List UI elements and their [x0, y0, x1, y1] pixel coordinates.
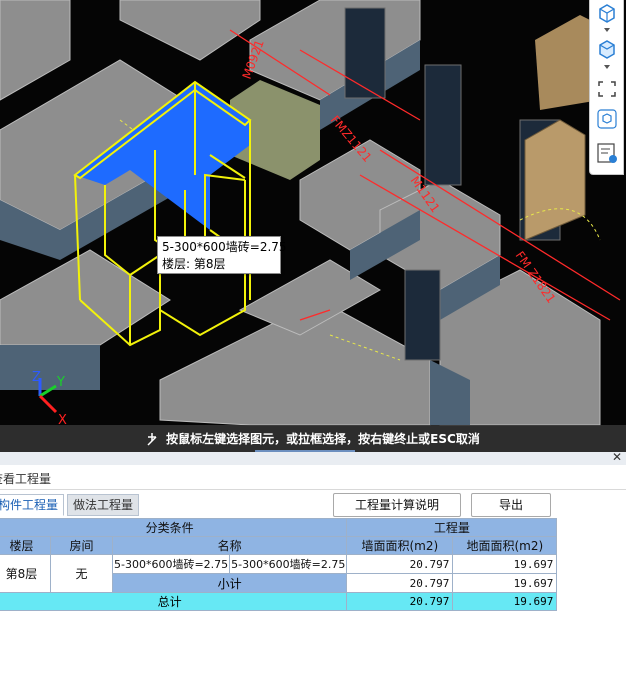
subtotal-label: 小计 [111, 573, 348, 593]
panel-splitter[interactable]: ✕ [0, 451, 626, 466]
cube-icon[interactable] [595, 2, 619, 24]
header-floor: 楼层 [0, 536, 51, 555]
quantity-table: 分类条件 工程量 楼层 房间 名称 墙面面积(m2) 地面面积(m2) 第8层 … [0, 518, 558, 611]
cell-floor-area[interactable]: 19.697 [452, 554, 558, 574]
building-scene[interactable]: M0921 FMZ1121 M1121 FM Z1821 [0, 0, 626, 452]
tooltip-floor: 楼层: 第8层 [162, 257, 226, 271]
total-floor-area[interactable]: 19.697 [452, 592, 558, 611]
list-settings-icon[interactable] [595, 142, 619, 164]
axis-gizmo: Z Y X [32, 370, 67, 426]
axis-z-label: Z [32, 370, 41, 385]
panel-title: 查看工程量 [0, 472, 52, 486]
chevron-down-icon[interactable] [595, 24, 619, 36]
chevron-down-icon[interactable] [595, 61, 619, 73]
axis-y-label: Y [56, 375, 65, 390]
select-frame-icon[interactable] [595, 78, 619, 100]
cell-floor[interactable]: 第8层 [0, 554, 51, 593]
total-wall-area[interactable]: 20.797 [346, 592, 454, 611]
header-floor-area: 地面面积(m2) [452, 536, 558, 555]
cell-room[interactable]: 无 [50, 554, 113, 593]
status-text: 按鼠标左键选择图元，或拉框选择，按右键终止或ESC取消 [166, 432, 480, 446]
cell-name-2[interactable]: 5-300*600墙砖=2.75 [229, 554, 348, 574]
total-label: 总计 [0, 592, 348, 611]
view-cube-icon[interactable] [595, 108, 619, 130]
header-room: 房间 [50, 536, 113, 555]
status-bar: 按鼠标左键选择图元，或拉框选择，按右键终止或ESC取消 [0, 425, 626, 452]
header-classify-group: 分类条件 [0, 518, 348, 537]
header-quantity-group: 工程量 [346, 518, 558, 537]
calc-explain-button[interactable]: 工程量计算说明 [333, 493, 461, 517]
divider [0, 489, 626, 490]
subtotal-wall-area[interactable]: 20.797 [346, 573, 454, 593]
view-toolbox [589, 0, 624, 175]
header-wall-area: 墙面面积(m2) [346, 536, 454, 555]
export-button[interactable]: 导出 [471, 493, 551, 517]
cell-name[interactable]: 5-300*600墙砖=2.75 [111, 554, 231, 574]
close-icon[interactable]: ✕ [612, 451, 622, 464]
cube-outline-icon[interactable] [595, 38, 619, 60]
tab-component-quantity[interactable]: 构件工程量 [0, 494, 64, 516]
crosshair-cursor-icon [147, 432, 157, 446]
tab-method-quantity[interactable]: 做法工程量 [67, 494, 139, 516]
total-row[interactable]: 总计 20.797 19.697 [0, 592, 558, 611]
subtotal-floor-area[interactable]: 19.697 [452, 573, 558, 593]
element-tooltip: 5-300*600墙砖=2.75 楼层: 第8层 [157, 236, 287, 274]
table-row[interactable]: 第8层 无 5-300*600墙砖=2.75 5-300*600墙砖=2.75 … [0, 554, 558, 593]
quantity-panel: 查看工程量 构件工程量 做法工程量 工程量计算说明 导出 分类条件 工程量 楼层… [0, 465, 626, 675]
tooltip-name: 5-300*600墙砖=2.75 [162, 240, 287, 254]
3d-viewport[interactable]: M0921 FMZ1121 M1121 FM Z1821 Z Y X 5-300… [0, 0, 626, 452]
cell-wall-area[interactable]: 20.797 [346, 554, 454, 574]
header-name: 名称 [111, 536, 348, 555]
